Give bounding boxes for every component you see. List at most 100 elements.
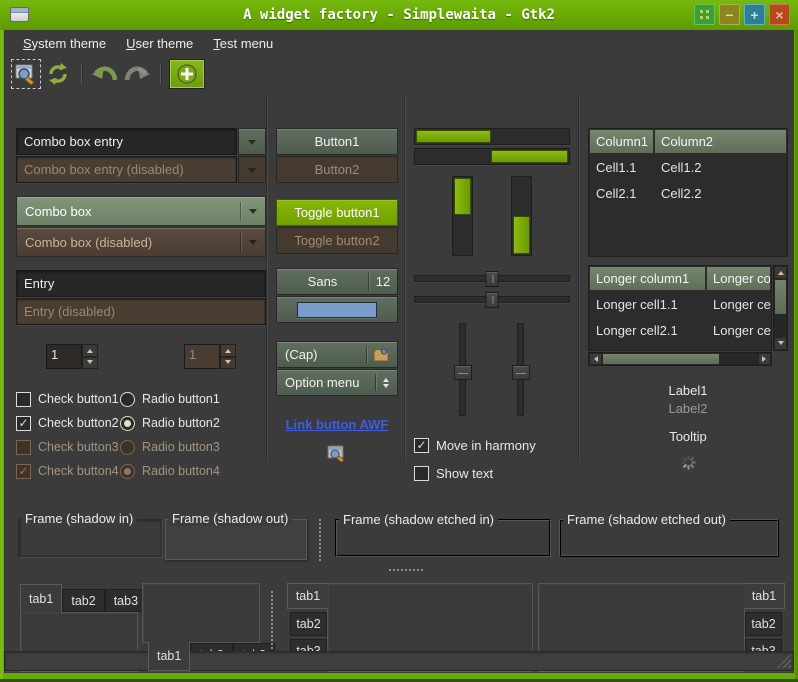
minimize-button[interactable]: − xyxy=(719,4,740,25)
text-entry[interactable]: Entry xyxy=(16,270,266,297)
scroll-down-button[interactable] xyxy=(774,337,787,350)
check-button4-label: Check button4 xyxy=(38,464,120,478)
table-row[interactable]: Longer cell2.1 Longer ce xyxy=(589,317,771,343)
table-row[interactable]: Longer cell1.1 Longer ce xyxy=(589,291,771,317)
dots-grid-icon xyxy=(699,9,710,20)
vertical-scrollbar[interactable] xyxy=(773,265,788,351)
tree1-column1-header[interactable]: Column1 xyxy=(589,129,654,154)
tree2-column1-header[interactable]: Longer column1 xyxy=(589,266,706,291)
scrollbar-thumb[interactable] xyxy=(602,353,720,365)
radio-radio-button1[interactable] xyxy=(120,392,135,407)
tab-tab2[interactable]: tab2 xyxy=(290,612,327,636)
scale-handle[interactable] xyxy=(486,271,499,287)
table-row-clipped[interactable]: Longer cell3.1 Longer ce xyxy=(589,343,771,351)
checkbox-check-button1[interactable] xyxy=(16,392,31,407)
button2-disabled: Button2 xyxy=(276,156,398,183)
progressbar-right xyxy=(414,148,570,165)
tab-tab3[interactable]: tab3 xyxy=(105,589,147,612)
font-button[interactable]: Sans 12 xyxy=(276,268,398,295)
spin-value[interactable]: 1 xyxy=(46,344,82,369)
scroll-left-button[interactable] xyxy=(589,353,602,365)
frame-shadow-out: Frame (shadow out) xyxy=(165,519,307,560)
titlebar[interactable]: A widget factory - Simplewaita - Gtk2 − … xyxy=(0,0,798,30)
minimize-icon: − xyxy=(725,8,733,22)
tree1-column2-header[interactable]: Column2 xyxy=(654,129,787,154)
scroll-right-button[interactable] xyxy=(758,353,771,365)
spin-down-button[interactable] xyxy=(82,357,98,370)
horizontal-scale-2 xyxy=(414,292,570,308)
combo-box-entry-arrow-button[interactable] xyxy=(238,128,266,155)
progressbar-left xyxy=(414,128,570,145)
add-icon xyxy=(176,63,198,85)
check-icon: ✓ xyxy=(18,417,28,429)
tree2-column2-header[interactable]: Longer col xyxy=(706,266,771,291)
menu-test-menu[interactable]: Test menu xyxy=(204,32,282,55)
maximize-button[interactable]: + xyxy=(744,4,765,25)
checkbox-show-text[interactable] xyxy=(414,466,429,481)
progressbar-vertical-top xyxy=(452,176,473,256)
combo-box[interactable]: Combo box xyxy=(16,196,266,226)
button1[interactable]: Button1 xyxy=(276,128,398,155)
spin-button[interactable]: 1 xyxy=(46,344,98,369)
color-button[interactable] xyxy=(276,296,398,323)
vertical-scale-2 xyxy=(512,323,530,416)
radio-radio-button2[interactable] xyxy=(120,416,135,431)
table-row[interactable]: Cell1.1 Cell1.2 xyxy=(589,154,787,180)
window-menu-button[interactable] xyxy=(694,4,715,25)
combo-box-entry-disabled: Combo box entry (disabled) xyxy=(16,156,266,183)
window-controls: − + × xyxy=(694,4,790,25)
column-separator xyxy=(404,96,406,461)
treeview-1: Column1 Column2 Cell1.1 Cell1.2 Cell2.1 … xyxy=(588,128,788,257)
find-replace-button[interactable] xyxy=(11,59,41,89)
combo-box-entry: Combo box entry xyxy=(16,128,266,155)
tab-tab1[interactable]: tab1 xyxy=(744,583,785,609)
dotted-separator-horizontal xyxy=(389,569,423,571)
tab-tab1[interactable]: tab1 xyxy=(20,584,62,613)
add-button[interactable] xyxy=(169,59,205,89)
spin-up-button[interactable] xyxy=(82,344,98,357)
check-icon: ✓ xyxy=(416,439,426,451)
link-button[interactable]: Link button AWF xyxy=(276,417,398,432)
horizontal-scrollbar[interactable] xyxy=(588,352,772,366)
undo-button[interactable] xyxy=(90,59,120,89)
redo-button[interactable] xyxy=(122,59,152,89)
combo-box-entry-input[interactable]: Combo box entry xyxy=(16,128,237,155)
scroll-up-button[interactable] xyxy=(774,266,787,279)
refresh-button[interactable] xyxy=(43,59,73,89)
toggle-button1[interactable]: Toggle button1 xyxy=(276,199,398,226)
panel-buttons: Button1 Button2 Toggle button1 Toggle bu… xyxy=(276,128,398,462)
scale-handle[interactable] xyxy=(486,292,499,308)
tab-tab1[interactable]: tab1 xyxy=(287,583,328,609)
table-row[interactable]: Cell2.1 Cell2.2 xyxy=(589,180,787,206)
font-size: 12 xyxy=(369,274,397,289)
scale-handle[interactable] xyxy=(512,365,530,380)
toolbar-separator xyxy=(160,64,161,84)
checkbox-check-button2[interactable]: ✓ xyxy=(16,416,31,431)
checkbox-move-in-harmony[interactable]: ✓ xyxy=(414,438,429,453)
tab-tab1[interactable]: tab1 xyxy=(148,642,190,671)
frame-shadow-in: Frame (shadow in) xyxy=(18,519,162,557)
application-window: A widget factory - Simplewaita - Gtk2 − … xyxy=(0,0,798,682)
combo-box-disabled: Combo box (disabled) xyxy=(16,227,266,257)
triangle-up-icon xyxy=(225,346,231,353)
tab-tab2[interactable]: tab2 xyxy=(745,612,782,636)
menu-user-theme[interactable]: User theme xyxy=(117,32,202,55)
file-chooser-button[interactable]: (Cap) xyxy=(276,341,398,368)
chevron-down-icon xyxy=(249,209,257,218)
sort-arrows-icon xyxy=(383,375,389,391)
tab-tab2[interactable]: tab2 xyxy=(62,589,104,612)
check-radio-row: ✓ Check button2 Radio button2 xyxy=(16,411,266,435)
option-menu[interactable]: Option menu xyxy=(276,369,398,396)
toolbar-separator xyxy=(81,64,82,84)
vertical-progressbars xyxy=(414,176,570,256)
spin-button-disabled: 1 xyxy=(184,344,236,369)
window-content: System theme User theme Test menu xyxy=(4,30,794,673)
scrollbar-thumb[interactable] xyxy=(774,279,787,315)
progressbar-vertical-bottom xyxy=(511,176,532,256)
close-button[interactable]: × xyxy=(769,4,790,25)
scale-handle[interactable] xyxy=(454,365,472,380)
menu-system-theme[interactable]: System theme xyxy=(14,32,115,55)
horizontal-scale-1 xyxy=(414,271,570,287)
close-icon: × xyxy=(775,8,783,22)
resize-grip[interactable] xyxy=(775,654,791,668)
